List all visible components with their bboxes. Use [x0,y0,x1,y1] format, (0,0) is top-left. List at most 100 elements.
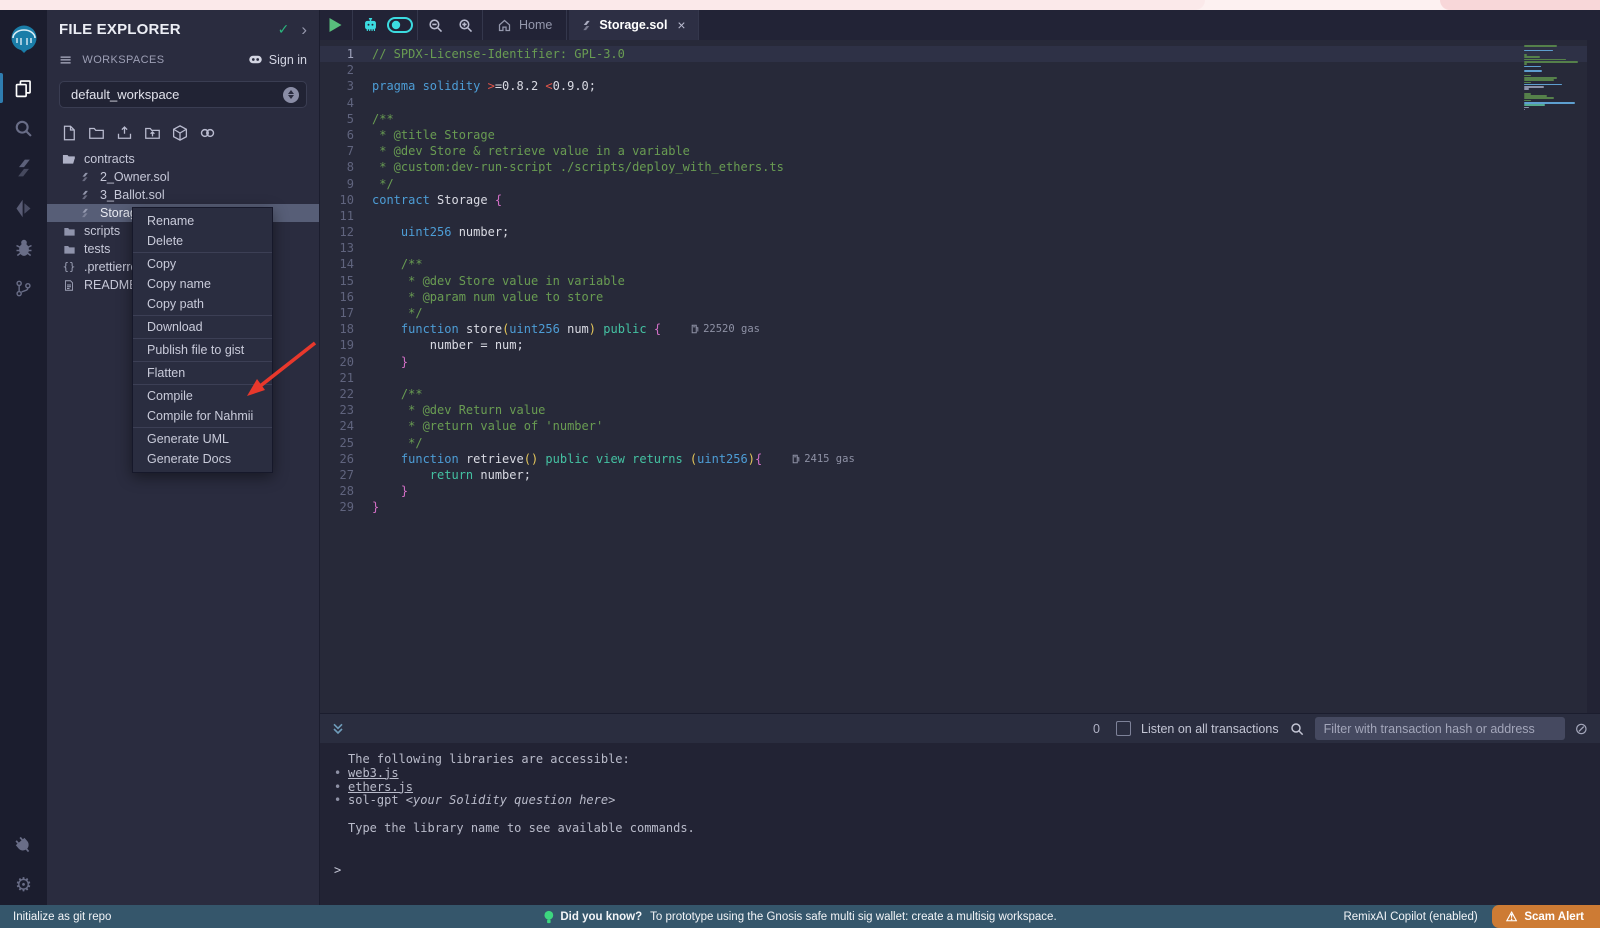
tree-item-2-owner-sol[interactable]: 2_Owner.sol [47,168,319,186]
code-line-25[interactable]: 25 */ [320,435,1600,451]
code-line-6[interactable]: 6 * @title Storage [320,127,1600,143]
code-line-5[interactable]: 5/** [320,111,1600,127]
code-line-28[interactable]: 28 } [320,483,1600,499]
code-line-17[interactable]: 17 */ [320,305,1600,321]
deploy-run-icon[interactable] [0,188,47,228]
zoom-out-icon[interactable] [420,10,450,40]
code-line-4[interactable]: 4 [320,95,1600,111]
tab-home[interactable]: Home [485,10,564,40]
code-line-20[interactable]: 20 } [320,354,1600,370]
code-line-18[interactable]: 18 function store(uint256 num) public {2… [320,321,1600,337]
double-chevron-down-icon[interactable] [330,721,346,737]
menu-item-copy-path[interactable]: Copy path [133,294,272,314]
home-icon [497,18,512,33]
editor-scrollbar[interactable] [1587,40,1600,713]
editor-minimap[interactable] [1524,45,1582,111]
code-line-29[interactable]: 29} [320,499,1600,515]
terminal-search-icon[interactable] [1289,721,1305,737]
upload-file-icon[interactable] [115,124,134,142]
debugger-icon[interactable] [0,228,47,268]
code-line-21[interactable]: 21 [320,370,1600,386]
terminal-output[interactable]: The following libraries are accessible:•… [320,743,1600,905]
workspace-select[interactable]: default_workspace [59,81,307,108]
git-init-button[interactable]: Initialize as git repo [0,911,111,923]
run-script-button[interactable] [320,10,350,40]
code-line-23[interactable]: 23 * @dev Return value [320,402,1600,418]
minimap-line [1524,109,1525,111]
check-icon[interactable]: ✓ [278,22,290,38]
menu-item-rename[interactable]: Rename [133,211,272,231]
terminal-line: Type the library name to see available c… [334,822,1600,836]
code-line-19[interactable]: 19 number = num; [320,337,1600,353]
terminal-link[interactable]: web3.js [348,767,399,781]
terminal-link[interactable]: ethers.js [348,781,413,795]
import-url-icon[interactable] [198,124,217,142]
file-explorer-icon[interactable] [0,68,47,108]
code-line-3[interactable]: 3pragma solidity >=0.8.2 <0.9.0; [320,78,1600,94]
code-line-content: */ [372,435,423,451]
terminal-prompt[interactable]: > [334,864,1600,878]
listen-transactions-checkbox[interactable] [1116,721,1131,736]
scam-alert-button[interactable]: ⚠ Scam Alert [1492,905,1600,928]
sign-in-button[interactable]: Sign in [248,53,307,67]
git-icon[interactable] [0,268,47,308]
line-number: 23 [320,402,372,418]
remix-logo[interactable] [0,10,47,68]
code-line-9[interactable]: 9 */ [320,176,1600,192]
new-file-icon[interactable] [60,124,78,142]
chevron-right-icon[interactable]: › [301,21,307,38]
code-editor[interactable]: 1// SPDX-License-Identifier: GPL-3.023pr… [320,40,1600,713]
code-line-11[interactable]: 11 [320,208,1600,224]
menu-item-download[interactable]: Download [133,317,272,337]
code-line-15[interactable]: 15 * @dev Store value in variable [320,273,1600,289]
ai-copilot-robot-icon[interactable] [355,10,385,40]
toolbar-separator [417,10,418,40]
code-line-27[interactable]: 27 return number; [320,467,1600,483]
line-number: 8 [320,159,372,175]
code-line-7[interactable]: 7 * @dev Store & retrieve value in a var… [320,143,1600,159]
code-line-14[interactable]: 14 /** [320,256,1600,272]
plugin-manager-icon[interactable] [0,825,47,865]
upload-folder-icon[interactable] [143,124,162,142]
menu-item-flatten[interactable]: Flatten [133,363,272,383]
ipfs-import-icon[interactable] [171,124,189,142]
zoom-in-icon[interactable] [450,10,480,40]
copilot-toggle[interactable] [385,10,415,40]
code-line-8[interactable]: 8 * @custom:dev-run-script ./scripts/dep… [320,159,1600,175]
menu-item-copy-name[interactable]: Copy name [133,274,272,294]
solidity-compiler-icon[interactable] [0,148,47,188]
code-line-24[interactable]: 24 * @return value of 'number' [320,418,1600,434]
code-line-10[interactable]: 10contract Storage { [320,192,1600,208]
settings-icon[interactable]: ⚙ [0,865,47,905]
context-menu: RenameDeleteCopyCopy nameCopy pathDownlo… [132,207,273,473]
code-line-content: uint256 number; [372,224,509,240]
menu-item-delete[interactable]: Delete [133,231,272,251]
tab-storage-sol[interactable]: Storage.sol × [569,10,698,40]
clear-console-icon[interactable]: ⊘ [1575,719,1588,738]
code-line-26[interactable]: 26 function retrieve() public view retur… [320,451,1600,467]
menu-item-copy[interactable]: Copy [133,254,272,274]
menu-item-generate-uml[interactable]: Generate UML [133,429,272,449]
menu-item-generate-docs[interactable]: Generate Docs [133,449,272,469]
menu-item-publish-file-to-gist[interactable]: Publish file to gist [133,340,272,360]
menu-item-compile-for-nahmii[interactable]: Compile for Nahmii [133,406,272,426]
menu-item-compile[interactable]: Compile [133,386,272,406]
line-number: 22 [320,386,372,402]
code-line-12[interactable]: 12 uint256 number; [320,224,1600,240]
search-icon[interactable] [0,108,47,148]
new-folder-icon[interactable] [87,124,106,142]
code-line-22[interactable]: 22 /** [320,386,1600,402]
transaction-filter-input[interactable] [1315,717,1565,740]
code-line-1[interactable]: 1// SPDX-License-Identifier: GPL-3.0 [320,46,1600,62]
tree-item-3-ballot-sol[interactable]: 3_Ballot.sol [47,186,319,204]
code-line-2[interactable]: 2 [320,62,1600,78]
tree-item-contracts[interactable]: contracts [47,150,319,168]
code-line-13[interactable]: 13 [320,240,1600,256]
hamburger-menu-icon[interactable]: ≡ [59,50,72,69]
sol-icon [77,189,93,201]
code-line-16[interactable]: 16 * @param num value to store [320,289,1600,305]
terminal-blank-line [334,808,1600,822]
tab-close-icon[interactable]: × [677,17,685,33]
context-menu-group: CopyCopy nameCopy path [133,253,272,316]
copilot-status-label[interactable]: RemixAI Copilot (enabled) [1343,911,1477,923]
